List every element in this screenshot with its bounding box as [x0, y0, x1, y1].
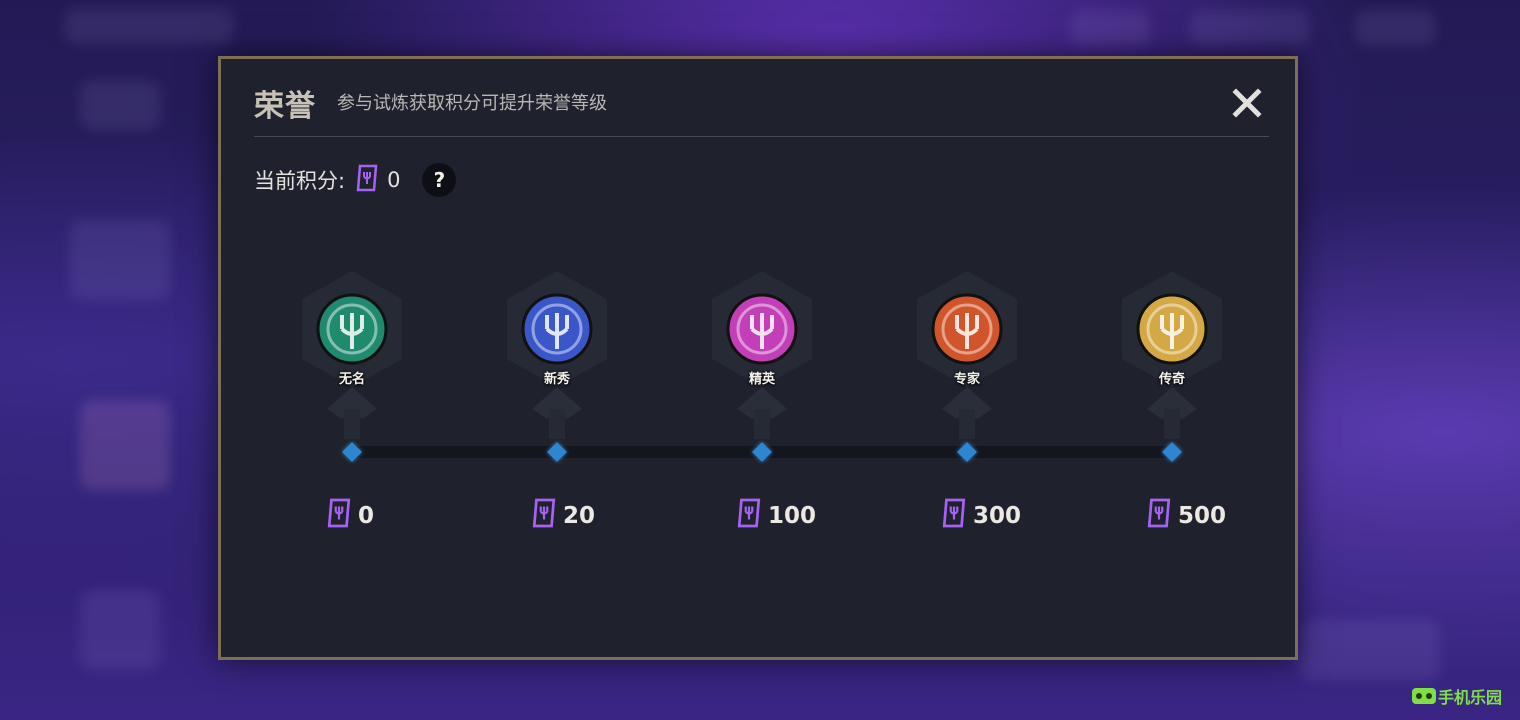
watermark-text: 手机乐园: [1438, 688, 1503, 707]
background-blur: [64, 8, 234, 44]
tier-cost-1: 20: [531, 497, 596, 535]
tier-points: 500: [1178, 503, 1227, 529]
title-divider: [254, 136, 1269, 137]
background-blur: [1300, 620, 1440, 680]
close-icon[interactable]: [1227, 83, 1267, 123]
tier-points: 100: [768, 503, 817, 529]
honor-point-icon: [941, 497, 967, 535]
dialog-subtitle: 参与试炼获取积分可提升荣誉等级: [337, 93, 607, 114]
tier-cost-0: 0: [326, 497, 375, 535]
background-blur: [1190, 10, 1310, 46]
help-button[interactable]: ?: [422, 163, 457, 197]
tier-name: 无名: [338, 372, 365, 387]
tier-cost-3: 300: [941, 497, 1022, 535]
honor-point-icon: [355, 164, 379, 197]
tier-medal-icon: [726, 293, 798, 365]
background-blur: [80, 400, 170, 490]
tier-points: 300: [973, 503, 1022, 529]
tier-points: 0: [358, 503, 375, 529]
tier-points: 20: [563, 503, 596, 529]
tier-medal-icon: [1136, 293, 1208, 365]
background-blur: [1355, 10, 1435, 46]
current-points-value: 0: [387, 168, 401, 192]
current-points: 当前积分: 0 ?: [254, 162, 457, 198]
honor-dialog: 荣誉 参与试炼获取积分可提升荣誉等级 当前积分: 0 ? 无名 新秀 精英 专家 传奇 …: [218, 56, 1298, 660]
tier-name: 精英: [748, 372, 775, 387]
background-blur: [80, 590, 160, 670]
watermark: 手机乐园: [1410, 683, 1510, 709]
tier-cost-4: 500: [1146, 497, 1227, 535]
tier-name: 新秀: [543, 372, 570, 387]
background-blur: [80, 80, 160, 130]
tier-medal-icon: [316, 293, 388, 365]
tier-medal-icon: [931, 293, 1003, 365]
honor-point-icon: [326, 497, 352, 535]
watermark-logo-icon: [1412, 688, 1436, 704]
honor-point-icon: [736, 497, 762, 535]
tier-cost-2: 100: [736, 497, 817, 535]
background-blur: [1070, 10, 1150, 46]
current-points-label: 当前积分:: [254, 169, 346, 193]
tier-medal-icon: [521, 293, 593, 365]
honor-point-icon: [1146, 497, 1172, 535]
honor-point-icon: [531, 497, 557, 535]
background-blur: [70, 220, 170, 300]
tier-name: 专家: [953, 372, 980, 387]
dialog-title: 荣誉: [254, 89, 316, 124]
tier-name: 传奇: [1158, 372, 1185, 387]
